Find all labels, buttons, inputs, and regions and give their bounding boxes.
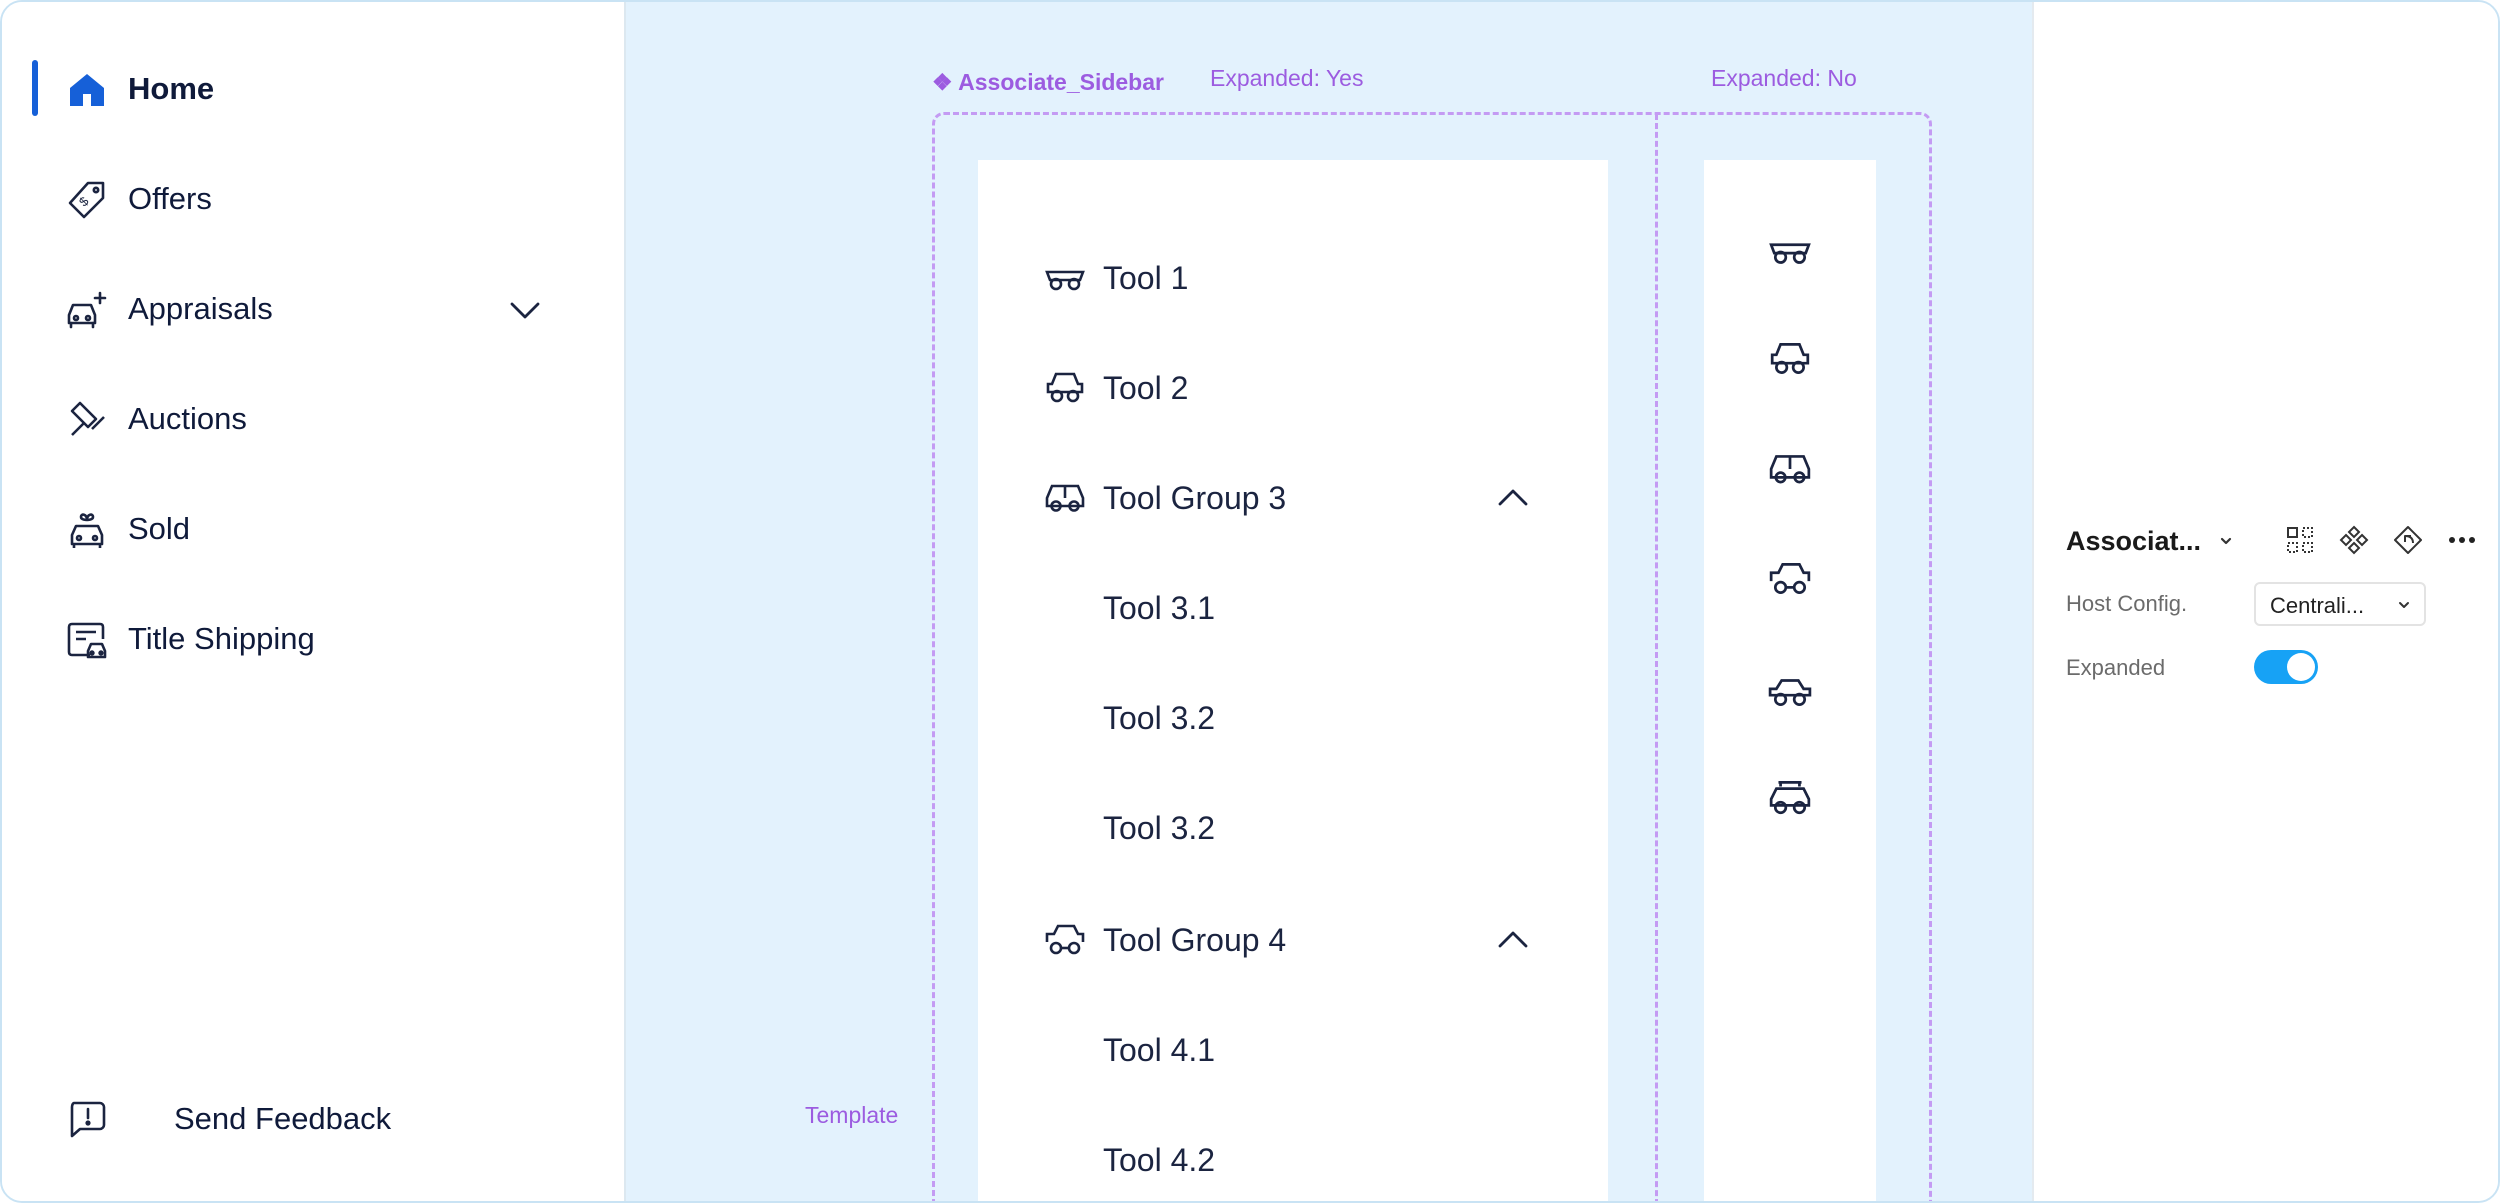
car-icon-1 xyxy=(1044,260,1086,296)
grid-select-icon[interactable] xyxy=(2284,524,2316,556)
template-label: Template xyxy=(805,1102,899,1128)
tool-row[interactable]: Tool 4.1 xyxy=(978,1020,1608,1080)
car-icon-3 xyxy=(1044,480,1086,516)
sidebar-item-appraisals[interactable]: Appraisals xyxy=(2,273,626,343)
component-instance-name[interactable]: Associat... xyxy=(2066,526,2201,557)
car-icon-2[interactable] xyxy=(1768,340,1812,378)
send-feedback-button[interactable]: Send Feedback xyxy=(2,1085,626,1155)
svg-text:$: $ xyxy=(76,193,92,209)
app-window: Home $ Offers Appraisals Auctions Sold T… xyxy=(0,0,2500,1203)
car-icon-4[interactable] xyxy=(1768,560,1812,598)
tool-label: Tool 3.1 xyxy=(1103,590,1216,626)
sidebar-expanded-variant[interactable]: Tool 1 Tool 2 Tool Group 3 Tool 3.1 Tool… xyxy=(978,160,1608,1201)
tool-group-label: Tool Group 3 xyxy=(1103,480,1287,516)
car-gift-icon xyxy=(66,509,108,551)
properties-panel: Associat... Host Config. Centrali... Exp… xyxy=(2032,2,2498,1201)
tool-label: Tool 4.1 xyxy=(1103,1032,1216,1068)
feedback-icon xyxy=(66,1099,108,1141)
chevron-down-icon xyxy=(2396,598,2412,612)
tool-row[interactable]: Tool 3.2 xyxy=(978,688,1608,748)
more-options-icon[interactable] xyxy=(2446,524,2478,556)
sidebar-item-home[interactable]: Home xyxy=(2,53,626,123)
car-icon-6[interactable] xyxy=(1768,778,1812,816)
sidebar-nav: Home $ Offers Appraisals Auctions Sold T… xyxy=(2,2,626,1201)
design-canvas: ❖ Associate_Sidebar Expanded: Yes Expand… xyxy=(626,2,2032,1201)
chevron-down-icon[interactable] xyxy=(507,295,543,325)
variant-label-expanded-no: Expanded: No xyxy=(1711,65,1857,91)
car-plus-icon xyxy=(66,289,108,331)
active-indicator xyxy=(32,60,38,116)
sidebar-item-label: Sold xyxy=(128,511,191,546)
tool-group-label: Tool Group 4 xyxy=(1103,922,1287,958)
chevron-down-icon[interactable] xyxy=(2216,532,2236,550)
tool-label: Tool 4.2 xyxy=(1103,1142,1216,1178)
sidebar-item-label: Title Shipping xyxy=(128,621,315,656)
tool-row[interactable]: Tool 4.2 xyxy=(978,1130,1608,1190)
expanded-toggle[interactable] xyxy=(2254,650,2318,684)
chevron-up-icon[interactable] xyxy=(1496,926,1530,952)
expanded-label: Expanded xyxy=(2066,655,2166,680)
tool-row[interactable]: Tool 1 xyxy=(978,248,1608,308)
sidebar-item-offers[interactable]: $ Offers xyxy=(2,163,626,233)
sidebar-item-label: Offers xyxy=(128,181,212,216)
tool-row[interactable]: Tool 3.1 xyxy=(978,578,1608,638)
component-icon[interactable] xyxy=(2338,524,2370,556)
car-icon-3[interactable] xyxy=(1768,450,1812,488)
gavel-icon xyxy=(66,399,108,441)
component-name-label[interactable]: ❖ Associate_Sidebar xyxy=(932,69,1164,96)
sidebar-item-sold[interactable]: Sold xyxy=(2,493,626,563)
car-icon-1[interactable] xyxy=(1768,232,1812,270)
host-config-label: Host Config. xyxy=(2066,591,2188,616)
car-icon-2 xyxy=(1044,370,1086,406)
tool-row[interactable]: Tool 3.2 xyxy=(978,798,1608,858)
car-icon-4 xyxy=(1044,922,1086,958)
chevron-up-icon[interactable] xyxy=(1496,484,1530,510)
price-tag-icon: $ xyxy=(66,179,108,221)
variant-divider xyxy=(1655,114,1658,1201)
variant-label-expanded-yes: Expanded: Yes xyxy=(1210,65,1364,91)
title-document-icon xyxy=(66,619,108,661)
tool-label: Tool 2 xyxy=(1103,370,1189,406)
sidebar-item-title-shipping[interactable]: Title Shipping xyxy=(2,603,626,673)
host-config-value: Centrali... xyxy=(2270,593,2365,618)
sidebar-item-label: Auctions xyxy=(128,401,247,436)
tool-label: Tool 3.2 xyxy=(1103,810,1216,846)
car-icon-5[interactable] xyxy=(1768,672,1812,710)
home-icon xyxy=(66,69,108,111)
tool-label: Tool 3.2 xyxy=(1103,700,1216,736)
sidebar-item-label: Home xyxy=(128,71,215,106)
sidebar-item-label: Appraisals xyxy=(128,291,273,326)
tool-group-row[interactable]: Tool Group 4 xyxy=(978,910,1608,970)
tool-row[interactable]: Tool 2 xyxy=(978,358,1608,418)
sidebar-collapsed-variant[interactable] xyxy=(1704,160,1876,1201)
toggle-knob xyxy=(2287,653,2315,681)
tool-group-row[interactable]: Tool Group 3 xyxy=(978,468,1608,528)
reset-instance-icon[interactable] xyxy=(2392,524,2424,556)
host-config-select[interactable]: Centrali... xyxy=(2254,582,2426,626)
send-feedback-label: Send Feedback xyxy=(174,1101,392,1136)
sidebar-item-auctions[interactable]: Auctions xyxy=(2,383,626,453)
tool-label: Tool 1 xyxy=(1103,260,1189,296)
